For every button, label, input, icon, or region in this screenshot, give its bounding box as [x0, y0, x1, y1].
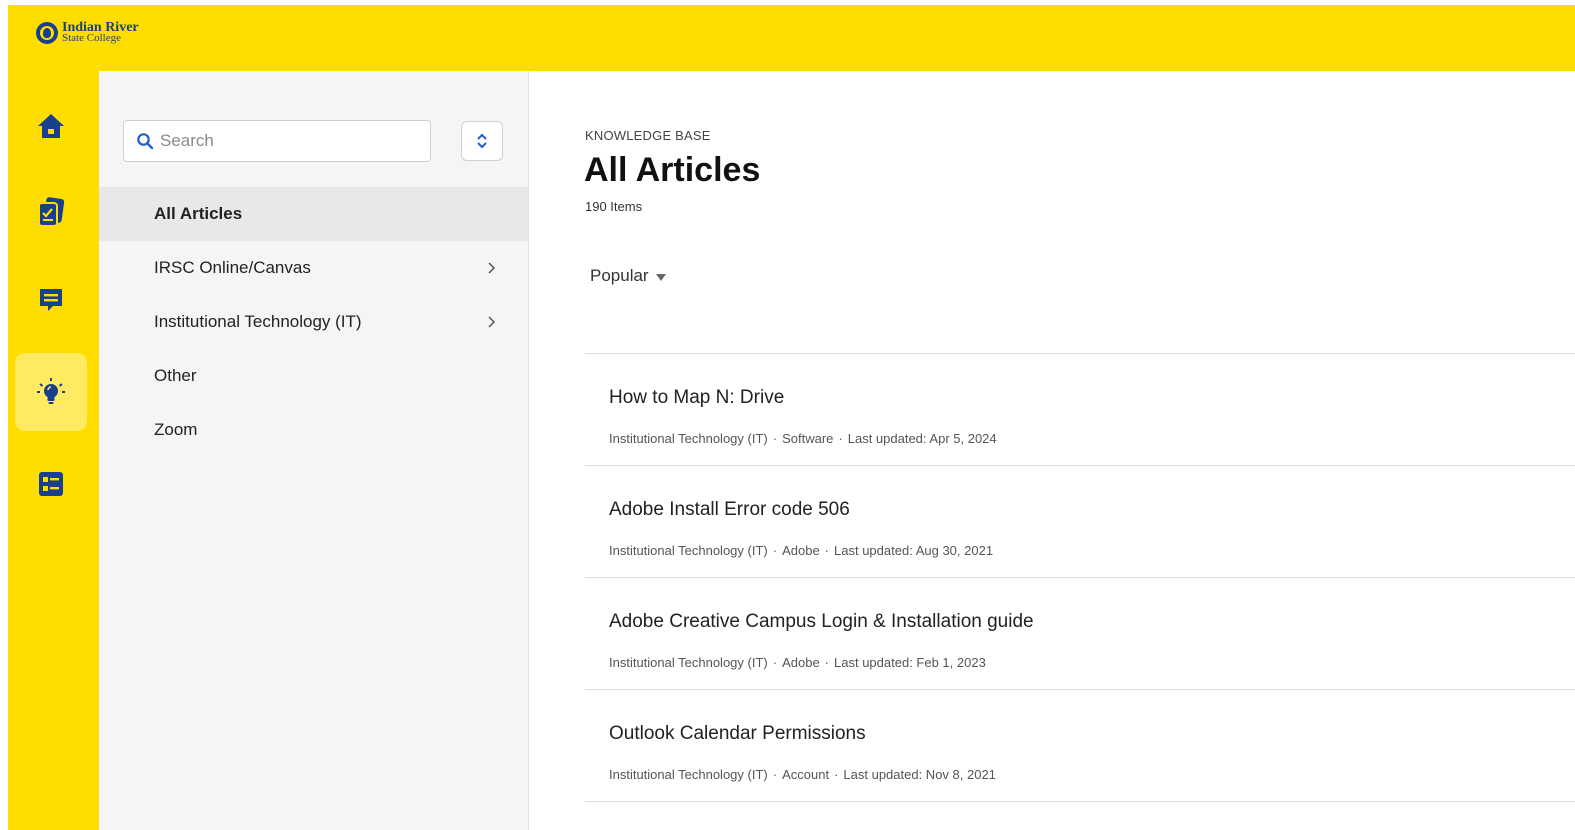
nav-item-label: Zoom	[154, 420, 198, 439]
chevron-up-down-icon	[477, 133, 487, 149]
chevron-right-icon	[488, 262, 496, 274]
search-input[interactable]	[160, 131, 410, 151]
article-subcategory: Software	[782, 431, 834, 446]
logo-text: Indian River State College	[62, 21, 139, 44]
top-bar: Indian River State College	[8, 5, 1575, 71]
article-updated: Last updated: Apr 5, 2024	[847, 431, 997, 446]
article-title-link[interactable]: How to Map N: Drive	[609, 387, 784, 409]
list-grid-icon	[39, 472, 63, 496]
article-category: Institutional Technology (IT)	[609, 543, 768, 558]
list-item: Adobe Install Error code 506 Institution…	[585, 466, 1575, 578]
expand-collapse-button[interactable]	[461, 121, 503, 161]
article-updated: Last updated: Aug 30, 2021	[834, 543, 994, 558]
article-subcategory: Adobe	[782, 543, 820, 558]
lightbulb-icon	[37, 378, 65, 404]
article-category: Institutional Technology (IT)	[609, 767, 768, 782]
category-list: All Articles IRSC Online/Canvas Institut…	[99, 187, 528, 457]
college-seal-icon	[36, 22, 58, 44]
nav-item-label: Other	[154, 366, 197, 385]
separator: ·	[824, 655, 830, 670]
checklist-cards-icon	[38, 197, 65, 227]
chat-icon	[40, 289, 62, 311]
separator: ·	[824, 543, 830, 558]
article-meta: Institutional Technology (IT) · Adobe · …	[609, 543, 993, 558]
category-sidebar: All Articles IRSC Online/Canvas Institut…	[99, 71, 529, 830]
nav-item-other[interactable]: Other	[99, 349, 528, 403]
nav-item-institutional-technology[interactable]: Institutional Technology (IT)	[99, 295, 528, 349]
article-category: Institutional Technology (IT)	[609, 655, 768, 670]
separator: ·	[772, 655, 778, 670]
nav-item-label: IRSC Online/Canvas	[154, 258, 311, 277]
icon-rail	[8, 71, 99, 830]
list-item: Outlook Calendar Permissions Institution…	[585, 690, 1575, 802]
separator: ·	[838, 431, 843, 446]
rail-home[interactable]	[15, 87, 87, 165]
rail-forms[interactable]	[15, 173, 87, 251]
nav-item-zoom[interactable]: Zoom	[99, 403, 528, 457]
sort-dropdown[interactable]: Popular	[590, 266, 666, 286]
search-icon	[137, 133, 154, 150]
article-subcategory: Account	[782, 767, 830, 782]
nav-item-all-articles[interactable]: All Articles	[99, 187, 528, 241]
article-meta: Institutional Technology (IT) · Software…	[609, 431, 997, 446]
page-title: All Articles	[584, 151, 761, 189]
main-content: KNOWLEDGE BASE All Articles 190 Items Po…	[529, 71, 1575, 830]
nav-item-irsc-online-canvas[interactable]: IRSC Online/Canvas	[99, 241, 528, 295]
article-title-link[interactable]: Adobe Install Error code 506	[609, 499, 850, 521]
item-count: 190 Items	[585, 199, 643, 214]
separator: ·	[772, 431, 778, 446]
college-logo[interactable]: Indian River State College	[36, 21, 139, 44]
article-updated: Last updated: Feb 1, 2023	[834, 655, 986, 670]
nav-item-label: All Articles	[154, 204, 243, 223]
article-category: Institutional Technology (IT)	[609, 431, 768, 446]
article-meta: Institutional Technology (IT) · Account …	[609, 767, 996, 782]
separator: ·	[834, 767, 839, 782]
search-box[interactable]	[123, 120, 431, 162]
list-item: How to Map N: Drive Institutional Techno…	[585, 354, 1575, 466]
list-item: Adobe Creative Campus Login & Installati…	[585, 578, 1575, 690]
sort-label: Popular	[590, 266, 649, 285]
rail-messages[interactable]	[15, 261, 87, 339]
article-subcategory: Adobe	[782, 655, 820, 670]
separator: ·	[772, 767, 778, 782]
home-icon	[38, 114, 64, 138]
article-list: How to Map N: Drive Institutional Techno…	[585, 353, 1575, 802]
chevron-right-icon	[488, 316, 496, 328]
breadcrumb: KNOWLEDGE BASE	[585, 128, 711, 143]
article-meta: Institutional Technology (IT) · Adobe · …	[609, 655, 986, 670]
article-updated: Last updated: Nov 8, 2021	[843, 767, 996, 782]
article-title-link[interactable]: Adobe Creative Campus Login & Installati…	[609, 611, 1034, 633]
nav-item-label: Institutional Technology (IT)	[154, 312, 362, 331]
article-title-link[interactable]: Outlook Calendar Permissions	[609, 723, 866, 745]
rail-catalog[interactable]	[15, 445, 87, 523]
separator: ·	[772, 543, 778, 558]
caret-down-icon	[655, 273, 666, 281]
rail-knowledge-base[interactable]	[15, 353, 87, 431]
